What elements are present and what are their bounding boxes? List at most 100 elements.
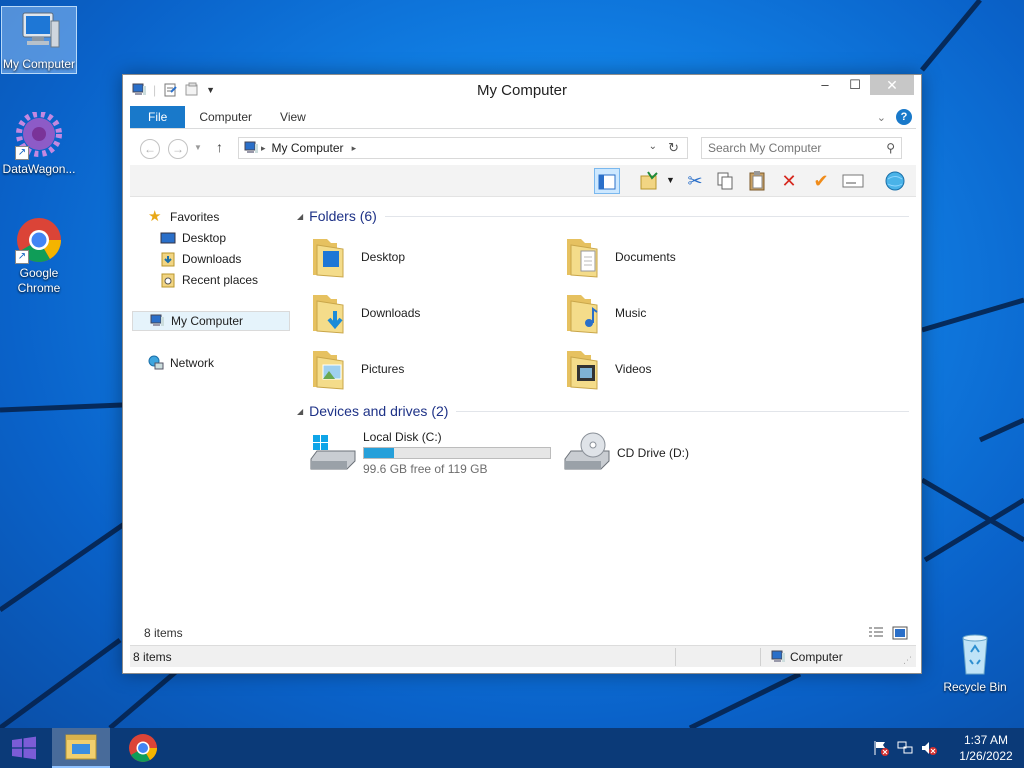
taskbar-google-chrome[interactable] xyxy=(114,728,172,768)
start-button[interactable] xyxy=(0,728,48,768)
nav-label: Recent places xyxy=(182,273,259,287)
desktop-icon-my-computer[interactable]: My Computer xyxy=(1,6,77,74)
windows-logo-icon xyxy=(12,736,36,760)
tab-file[interactable]: File xyxy=(130,106,186,128)
desktop-icon-recycle-bin[interactable]: Recycle Bin xyxy=(937,630,1013,695)
explorer-window: | ▼ My Computer – ☐ ✕ File Computer View… xyxy=(122,74,922,674)
globe-icon[interactable] xyxy=(882,168,908,194)
breadcrumb-arrow-icon[interactable]: ▸ xyxy=(352,143,357,154)
nav-item-my-computer[interactable]: My Computer xyxy=(132,311,290,331)
computer-small-icon xyxy=(771,650,785,662)
group-header-devices[interactable]: ◢ Devices and drives (2) xyxy=(297,401,909,421)
preview-pane-button[interactable] xyxy=(594,168,620,194)
clock[interactable]: 1:37 AM 1/26/2022 xyxy=(948,732,1024,764)
address-row: ← → ▼ ↑ ▸ My Computer ▸ ⌄ ↻ ⚲ xyxy=(130,135,916,161)
folder-tile-pictures[interactable]: Pictures xyxy=(309,343,559,395)
back-button[interactable]: ← xyxy=(140,139,160,159)
drive-name: Local Disk (C:) xyxy=(363,430,442,444)
taskbar: 1:37 AM 1/26/2022 xyxy=(0,728,1024,768)
navigation-pane: ★ Favorites Desktop Downloads Recent pla… xyxy=(130,197,290,623)
drive-tile-cd-drive[interactable]: CD Drive (D:) xyxy=(561,425,761,481)
address-dropdown-icon[interactable]: ⌄ xyxy=(649,141,657,152)
title-bar[interactable]: | ▼ My Computer – ☐ ✕ xyxy=(123,75,921,105)
action-center-flag-icon[interactable] xyxy=(872,740,890,756)
details-view-icon[interactable] xyxy=(868,626,884,640)
window-controls: – ☐ ✕ xyxy=(810,75,914,95)
drive-tile-local-disk[interactable]: Local Disk (C:) 99.6 GB free of 119 GB xyxy=(307,425,557,481)
folder-tile-videos[interactable]: Videos xyxy=(563,343,813,395)
desktop-icon-label: DataWagon... xyxy=(2,162,76,176)
expand-ribbon-icon[interactable]: ⌄ xyxy=(877,111,886,124)
clock-date: 1/26/2022 xyxy=(959,749,1013,763)
computer-icon xyxy=(15,7,63,55)
status-location-label: Computer xyxy=(790,650,843,664)
search-box[interactable]: ⚲ xyxy=(701,137,902,159)
forward-button[interactable]: → xyxy=(168,139,188,159)
nav-item-favorites[interactable]: ★ Favorites xyxy=(148,207,306,227)
status-location: Computer xyxy=(770,649,843,665)
nav-label: Desktop xyxy=(182,231,227,245)
collapse-triangle-icon[interactable]: ◢ xyxy=(297,407,303,416)
group-divider xyxy=(384,215,909,217)
taskbar-file-explorer[interactable] xyxy=(52,728,110,768)
network-icon xyxy=(148,355,164,370)
status-item-count: 8 items xyxy=(133,650,172,664)
recent-locations-icon[interactable]: ▼ xyxy=(194,143,202,152)
copy-icon[interactable] xyxy=(712,168,738,194)
rename-icon[interactable] xyxy=(840,168,866,194)
tab-computer[interactable]: Computer xyxy=(185,106,266,128)
details-status: 8 items xyxy=(130,623,916,645)
address-path[interactable]: My Computer xyxy=(272,141,344,155)
breadcrumb-arrow-icon[interactable]: ▸ xyxy=(261,143,266,154)
paste-icon[interactable] xyxy=(744,168,770,194)
recycle-bin-icon xyxy=(951,630,999,678)
refresh-icon[interactable]: ↻ xyxy=(668,140,679,156)
address-bar[interactable]: ▸ My Computer ▸ ⌄ ↻ xyxy=(238,137,688,159)
drive-usage-bar xyxy=(363,447,551,459)
search-input[interactable] xyxy=(708,138,878,158)
shortcut-arrow-icon: ↗ xyxy=(15,250,29,264)
collapse-triangle-icon[interactable]: ◢ xyxy=(297,212,303,221)
desktop-icon-label: Recycle Bin xyxy=(943,680,1007,694)
resize-grip-icon[interactable]: ⋰ xyxy=(903,655,912,666)
search-icon[interactable]: ⚲ xyxy=(886,141,895,155)
nav-item-network[interactable]: Network xyxy=(148,353,306,373)
close-button[interactable]: ✕ xyxy=(870,75,914,95)
documents-folder-icon xyxy=(567,239,598,278)
folder-name: Music xyxy=(615,306,647,320)
minimize-button[interactable]: – xyxy=(810,75,840,95)
drive-name: CD Drive (D:) xyxy=(617,446,689,460)
item-count: 8 items xyxy=(144,626,183,640)
large-icons-view-icon[interactable] xyxy=(892,626,908,640)
help-icon[interactable]: ? xyxy=(896,109,912,125)
desktop-icon-google-chrome[interactable]: ↗ Google Chrome xyxy=(1,216,77,296)
cd-drive-icon xyxy=(564,432,610,470)
shortcut-arrow-icon: ↗ xyxy=(15,146,29,160)
status-bar: 8 items Computer ⋰ xyxy=(130,645,916,667)
new-folder-dropdown-icon[interactable]: ▼ xyxy=(666,175,675,185)
folder-tile-music[interactable]: Music xyxy=(563,287,813,339)
delete-icon[interactable]: ✕ xyxy=(776,168,802,194)
chrome-icon: ↗ xyxy=(15,216,63,264)
network-tray-icon[interactable] xyxy=(896,740,914,756)
computer-small-icon xyxy=(244,141,258,153)
desktop-icon-label: Google Chrome xyxy=(17,266,61,295)
desktop-icon-datawagon[interactable]: ↗ DataWagon... xyxy=(1,111,77,177)
tab-view[interactable]: View xyxy=(266,106,320,128)
folder-tile-documents[interactable]: Documents xyxy=(563,231,813,283)
music-folder-icon xyxy=(567,295,598,334)
command-toolbar: ▼ ✂ ✕ ✔ xyxy=(130,165,916,197)
maximize-button[interactable]: ☐ xyxy=(840,75,870,95)
folder-tile-downloads[interactable]: Downloads xyxy=(309,287,559,339)
new-folder-button[interactable] xyxy=(636,168,662,194)
checkmark-icon[interactable]: ✔ xyxy=(808,168,834,194)
cut-icon[interactable]: ✂ xyxy=(682,168,708,194)
up-button[interactable]: ↑ xyxy=(216,139,223,155)
window-title: My Computer xyxy=(476,82,568,99)
videos-folder-icon xyxy=(567,351,598,390)
group-header-folders[interactable]: ◢ Folders (6) xyxy=(297,206,909,226)
volume-muted-icon[interactable] xyxy=(920,740,938,756)
clock-time: 1:37 AM xyxy=(963,733,1009,747)
downloads-small-icon xyxy=(161,252,175,267)
folder-tile-desktop[interactable]: Desktop xyxy=(309,231,559,283)
